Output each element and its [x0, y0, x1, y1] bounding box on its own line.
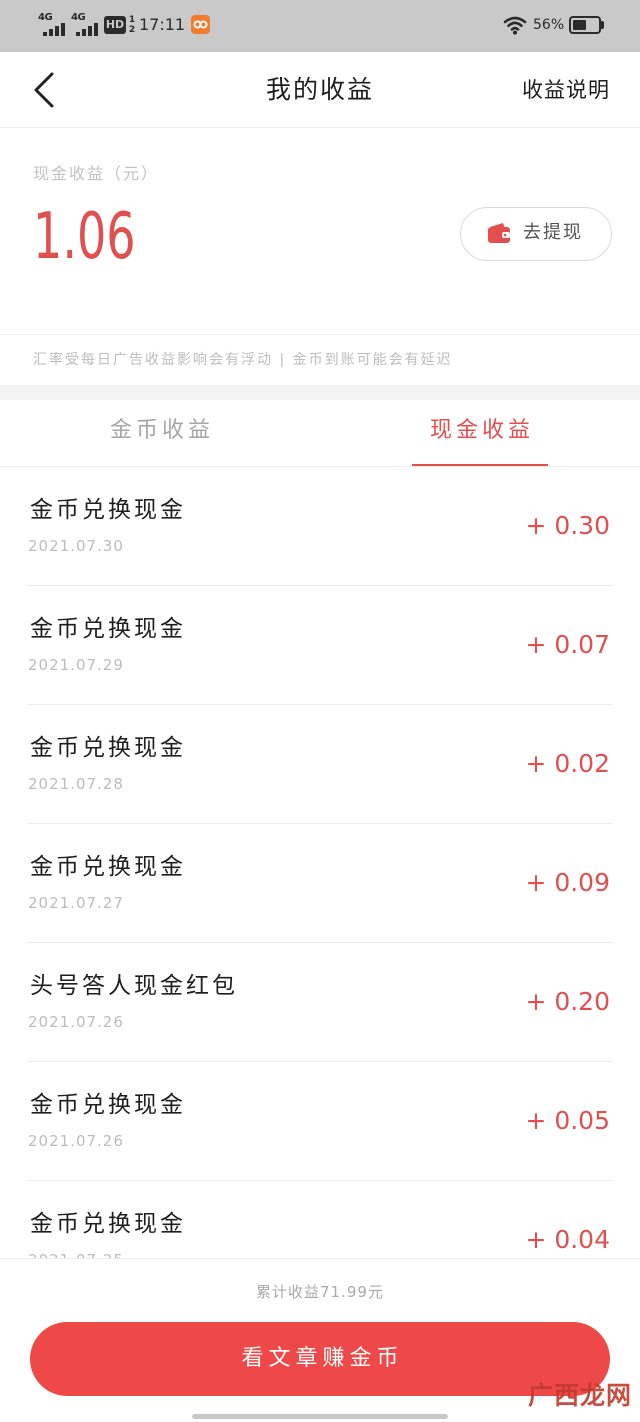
- item-title: 金币兑换现金: [30, 616, 186, 642]
- tab-label: 金币收益: [109, 418, 214, 443]
- item-date: 2021.07.27: [28, 894, 124, 912]
- wallet-icon: [487, 222, 511, 244]
- item-amount: + 0.02: [525, 749, 610, 778]
- app-notification-icon: [191, 15, 210, 34]
- item-title: 金币兑换现金: [30, 1211, 186, 1237]
- status-bar: 4G 4G HD 1 2 17:11 56%: [0, 0, 640, 52]
- tab-coin-earnings[interactable]: 金币收益: [0, 400, 320, 466]
- item-date: 2021.07.28: [28, 775, 124, 793]
- list-item: 金币兑换现金 2021.07.25 + 0.04: [0, 1181, 640, 1258]
- battery-percent: 56%: [533, 17, 565, 33]
- battery-inner: [573, 20, 597, 30]
- watermark: 广西龙网: [527, 1381, 632, 1410]
- item-date: 2021.07.26: [28, 1013, 124, 1031]
- list-item: 金币兑换现金 2021.07.28 + 0.02: [0, 705, 640, 824]
- item-amount: + 0.05: [525, 1106, 610, 1135]
- item-amount: + 0.09: [525, 868, 610, 897]
- battery-level-fill: [573, 20, 587, 30]
- list-item: 头号答人现金红包 2021.07.26 + 0.20: [0, 943, 640, 1062]
- hd-sim-bottom: 2: [128, 25, 136, 35]
- item-title: 金币兑换现金: [30, 1092, 186, 1118]
- withdraw-button[interactable]: 去提现: [460, 207, 612, 261]
- sim1-signal-icon: 4G: [38, 13, 68, 36]
- list-item: 金币兑换现金 2021.07.27 + 0.09: [0, 824, 640, 943]
- tab-cash-earnings[interactable]: 现金收益: [320, 400, 640, 466]
- list-item: 金币兑换现金 2021.07.30 + 0.30: [0, 467, 640, 586]
- list-item: 金币兑换现金 2021.07.26 + 0.05: [0, 1062, 640, 1181]
- hd-voice-icon: HD: [104, 16, 126, 34]
- hd-sim-indicator: 1 2: [128, 15, 136, 35]
- earnings-tabs: 金币收益 现金收益: [0, 400, 640, 467]
- item-amount: + 0.30: [525, 511, 610, 540]
- cash-earnings-card: 现金收益（元） 1.06 去提现: [0, 128, 640, 335]
- withdraw-button-label: 去提现: [523, 222, 583, 243]
- item-amount: + 0.04: [525, 1225, 610, 1254]
- top-nav-bar: 我的收益 收益说明: [0, 52, 640, 128]
- battery-nub: [601, 21, 604, 29]
- home-indicator[interactable]: [192, 1414, 448, 1419]
- cash-earnings-label: 现金收益（元）: [33, 164, 160, 183]
- earnings-help-link[interactable]: 收益说明: [522, 76, 610, 104]
- list-item: 金币兑换现金 2021.07.29 + 0.07: [0, 586, 640, 705]
- cash-earnings-amount: 1.06: [33, 200, 136, 274]
- total-earnings-text: 累计收益71.99元: [256, 1283, 384, 1301]
- item-title: 金币兑换现金: [30, 497, 186, 523]
- item-title: 金币兑换现金: [30, 735, 186, 761]
- status-time: 17:11: [139, 15, 186, 34]
- item-date: 2021.07.30: [28, 537, 124, 555]
- notice-text: 汇率受每日广告收益影响会有浮动 | 金币到账可能会有延迟: [33, 352, 453, 368]
- earnings-screen: 4G 4G HD 1 2 17:11 56% 我的收益 收益说明 现金收益（元）…: [0, 0, 640, 1422]
- item-amount: + 0.20: [525, 987, 610, 1016]
- sim2-signal-icon: 4G: [71, 13, 101, 36]
- signal-bars-icon: [43, 22, 67, 36]
- wifi-icon: [503, 15, 527, 35]
- section-separator: [0, 385, 640, 400]
- battery-icon: [569, 16, 601, 34]
- item-title: 头号答人现金红包: [30, 973, 238, 999]
- tab-active-indicator: [412, 464, 548, 466]
- tab-label: 现金收益: [429, 418, 534, 443]
- item-title: 金币兑换现金: [30, 854, 186, 880]
- read-articles-button-label: 看文章赚金币: [241, 1346, 404, 1371]
- notice-bar: 汇率受每日广告收益影响会有浮动 | 金币到账可能会有延迟: [0, 335, 640, 385]
- item-date: 2021.07.25: [28, 1250, 124, 1258]
- hd-sim-top: 1: [128, 15, 136, 25]
- item-amount: + 0.07: [525, 630, 610, 659]
- read-articles-button[interactable]: 看文章赚金币: [30, 1322, 610, 1396]
- item-date: 2021.07.26: [28, 1132, 124, 1150]
- signal-bars-icon: [76, 22, 100, 36]
- item-date: 2021.07.29: [28, 656, 124, 674]
- bottom-panel: 累计收益71.99元 看文章赚金币 广西龙网: [0, 1258, 640, 1422]
- earnings-record-list[interactable]: 金币兑换现金 2021.07.30 + 0.30 金币兑换现金 2021.07.…: [0, 467, 640, 1258]
